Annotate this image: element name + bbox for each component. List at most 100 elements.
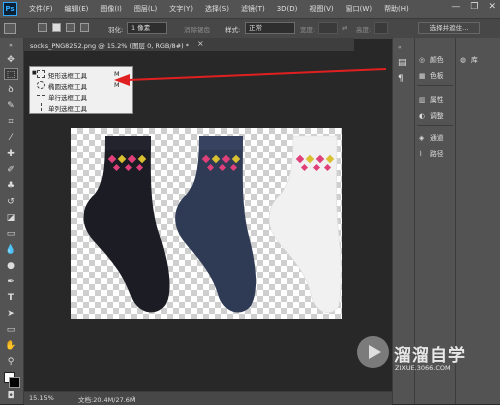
rectangle-tool-icon[interactable]: ▭ <box>4 324 18 336</box>
style-label: 样式: <box>225 26 241 34</box>
marquee-tool-icon[interactable]: ⬚ <box>4 68 18 80</box>
style-select[interactable]: 正常 <box>245 22 295 34</box>
restore-button[interactable]: ❐ <box>470 2 478 12</box>
tool-preset-picker[interactable] <box>4 23 16 34</box>
dock-collapse-icon[interactable]: « <box>398 44 402 51</box>
close-window-button[interactable]: ✕ <box>488 2 496 12</box>
character-panel-icon[interactable]: ¶ <box>398 74 404 84</box>
properties-icon: ▥ <box>419 96 426 104</box>
eraser-tool-icon[interactable]: ◪ <box>4 212 18 224</box>
zoom-level[interactable]: 15.15% <box>29 394 54 402</box>
document-size-info: 文档:20.4M/27.6M <box>78 396 136 404</box>
new-selection-icon[interactable] <box>38 23 47 32</box>
swap-icon[interactable]: ⇄ <box>342 24 347 32</box>
status-menu-arrow-icon[interactable]: › <box>132 393 135 402</box>
minimize-button[interactable]: — <box>451 2 460 12</box>
quick-mask-icon[interactable]: ◘ <box>4 390 18 402</box>
select-and-mask-button[interactable]: 选择并遮住... <box>418 22 480 34</box>
play-icon <box>369 345 381 359</box>
panel-label: 调整 <box>430 112 444 120</box>
panel-divider <box>417 125 453 126</box>
rect-marquee-icon <box>37 70 45 78</box>
menu-bar: Ps 文件(F) 编辑(E) 图像(I) 图层(L) 文字(Y) 选择(S) 滤… <box>0 0 500 18</box>
history-panel-icon[interactable]: ▤ <box>398 58 407 68</box>
clone-stamp-tool-icon[interactable]: ♣ <box>4 180 18 192</box>
flyout-item-single-column-marquee[interactable]: 单列选框工具 <box>30 102 132 113</box>
dodge-tool-icon[interactable]: ● <box>4 260 18 272</box>
move-tool-icon[interactable]: ✥ <box>4 54 18 66</box>
socks-image <box>83 135 342 314</box>
width-input[interactable] <box>318 22 338 34</box>
zoom-tool-icon[interactable]: ⚲ <box>4 356 18 368</box>
photoshop-logo: Ps <box>3 2 17 16</box>
flyout-item-single-row-marquee[interactable]: 单行选框工具 <box>30 91 132 102</box>
crop-tool-icon[interactable]: ⌗ <box>4 116 18 128</box>
image-canvas[interactable] <box>71 128 342 319</box>
channels-icon: ◈ <box>419 134 425 142</box>
healing-brush-tool-icon[interactable]: ✚ <box>4 148 18 160</box>
menu-type[interactable]: 文字(Y) <box>169 4 193 14</box>
menu-help[interactable]: 帮助(H) <box>384 4 409 14</box>
ellipse-marquee-icon <box>37 81 45 89</box>
height-input[interactable] <box>374 22 388 34</box>
panel-channels[interactable]: ◈ 通道 <box>419 132 444 142</box>
watermark-logo <box>357 336 389 368</box>
black-sock <box>83 136 170 313</box>
menu-edit[interactable]: 编辑(E) <box>65 4 89 14</box>
single-column-marquee-icon <box>41 103 42 111</box>
single-row-marquee-icon <box>37 95 45 96</box>
hand-tool-icon[interactable]: ✋ <box>4 340 18 352</box>
white-sock <box>268 135 342 314</box>
lasso-tool-icon[interactable]: ꝺ <box>4 84 18 96</box>
panel-label: 库 <box>471 56 478 64</box>
panel-swatches[interactable]: ▦ 色板 <box>419 70 444 80</box>
blur-tool-icon[interactable]: 💧 <box>4 244 18 256</box>
panel-libraries[interactable]: ◍ 库 <box>460 54 478 64</box>
path-selection-tool-icon[interactable]: ➤ <box>4 308 18 320</box>
add-selection-icon[interactable] <box>52 23 61 32</box>
gradient-tool-icon[interactable]: ▭ <box>4 228 18 240</box>
document-tab[interactable]: socks_PNG8252.png @ 15.2% (图层 0, RGB/8#)… <box>24 38 354 51</box>
swatches-icon: ▦ <box>419 72 426 80</box>
intersect-selection-icon[interactable] <box>80 23 89 32</box>
antialias-checkbox-label[interactable]: 消除锯齿 <box>184 24 210 34</box>
feather-input[interactable]: 1 像素 <box>127 22 167 34</box>
options-bar: 羽化: 1 像素 消除锯齿 样式: 正常 宽度: ⇄ 高度: 选择并遮住... <box>0 18 500 39</box>
quick-select-tool-icon[interactable]: ✎ <box>4 100 18 112</box>
menu-layer[interactable]: 图层(L) <box>134 4 157 14</box>
toolbar-collapse-icon[interactable]: » <box>4 40 18 52</box>
panel-label: 颜色 <box>430 56 444 64</box>
feather-label: 羽化: <box>108 26 124 34</box>
menu-3d[interactable]: 3D(D) <box>277 5 298 13</box>
close-document-icon[interactable]: × <box>197 39 204 48</box>
menu-file[interactable]: 文件(F) <box>29 4 53 14</box>
watermark-title: 溜溜自学 <box>394 346 466 366</box>
status-bar: 15.15% 文档:20.4M/27.6M › <box>24 391 392 405</box>
brush-tool-icon[interactable]: ✐ <box>4 164 18 176</box>
menu-view[interactable]: 视图(V) <box>309 4 333 14</box>
flyout-item-label: 矩形选框工具 <box>48 72 87 80</box>
menu-image[interactable]: 图像(I) <box>100 4 122 14</box>
panel-label: 属性 <box>430 96 444 104</box>
libraries-icon: ◍ <box>460 56 466 64</box>
navy-sock <box>175 136 257 313</box>
panel-properties[interactable]: ▥ 属性 <box>419 94 444 104</box>
background-color-swatch[interactable] <box>9 377 20 388</box>
menu-filter[interactable]: 滤镜(T) <box>241 4 265 14</box>
panel-label: 路径 <box>430 150 444 158</box>
panel-adjustments[interactable]: ◐ 调整 <box>419 110 444 120</box>
panel-paths[interactable]: ⌇ 路径 <box>419 148 444 158</box>
panel-divider <box>417 85 453 86</box>
panel-color[interactable]: ◎ 颜色 <box>419 54 444 64</box>
subtract-selection-icon[interactable] <box>66 23 75 32</box>
document-tab-title: socks_PNG8252.png @ 15.2% (图层 0, RGB/8#)… <box>30 42 189 50</box>
menu-window[interactable]: 窗口(W) <box>346 4 372 14</box>
pen-tool-icon[interactable]: ✒ <box>4 276 18 288</box>
flyout-item-label: 单列选框工具 <box>48 105 87 113</box>
watermark-url: ZIXUE.3066.COM <box>395 364 451 372</box>
menu-select[interactable]: 选择(S) <box>205 4 229 14</box>
type-tool-icon[interactable]: T <box>4 292 18 304</box>
red-annotation-arrow <box>114 68 387 86</box>
eyedropper-tool-icon[interactable]: ⁄ <box>4 132 18 144</box>
history-brush-tool-icon[interactable]: ↺ <box>4 196 18 208</box>
